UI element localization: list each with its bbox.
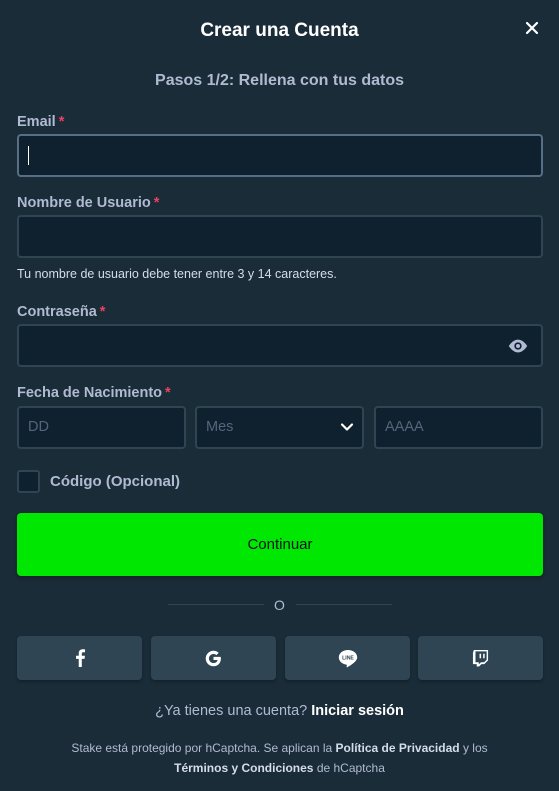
chevron-down-icon <box>340 423 354 431</box>
required-marker: * <box>99 304 106 320</box>
divider-text: O <box>274 597 285 613</box>
legal-suffix: de hCaptcha <box>316 761 385 775</box>
password-label-text: Contraseña <box>17 304 97 320</box>
svg-text:LINE: LINE <box>342 655 354 661</box>
dob-day-input[interactable]: DD <box>17 406 186 449</box>
text-caret <box>28 146 29 165</box>
dob-month-select[interactable]: Mes <box>195 406 364 449</box>
required-marker: * <box>153 195 160 211</box>
email-label: Email * <box>17 114 64 130</box>
register-modal: Crear una Cuenta Pasos 1/2: Rellena con … <box>0 0 559 791</box>
email-field[interactable] <box>17 134 543 177</box>
twitch-icon <box>472 649 489 667</box>
step-subtitle: Pasos 1/2: Rellena con tus datos <box>155 72 404 89</box>
facebook-icon <box>75 649 85 667</box>
code-label[interactable]: Código (Opcional) <box>50 473 180 490</box>
divider-line-right <box>296 604 392 605</box>
line-login-button[interactable]: LINE <box>285 636 410 680</box>
continue-button[interactable]: Continuar <box>17 513 543 576</box>
required-marker: * <box>58 114 65 130</box>
username-label: Nombre de Usuario * <box>17 195 159 211</box>
dob-month-placeholder: Mes <box>206 419 234 435</box>
dob-day-placeholder: DD <box>28 419 49 435</box>
dob-label: Fecha de Nacimiento * <box>17 385 171 401</box>
modal-title: Crear una Cuenta <box>200 20 359 41</box>
facebook-login-button[interactable] <box>17 636 142 680</box>
login-question: ¿Ya tienes una cuenta? <box>155 703 308 719</box>
username-label-text: Nombre de Usuario <box>17 195 151 211</box>
twitch-login-button[interactable] <box>418 636 543 680</box>
google-login-button[interactable] <box>151 636 276 680</box>
terms-link[interactable]: Términos y Condiciones <box>174 761 313 775</box>
privacy-policy-link[interactable]: Política de Privacidad <box>336 741 460 755</box>
password-field[interactable] <box>17 324 543 367</box>
legal-and: y los <box>462 741 488 755</box>
legal-prefix: Stake está protegido por hCaptcha. Se ap… <box>71 741 333 755</box>
login-prompt: ¿Ya tienes una cuenta? Iniciar sesión <box>0 703 559 719</box>
close-button[interactable] <box>521 17 543 39</box>
username-field[interactable] <box>17 215 543 258</box>
dob-year-input[interactable]: AAAA <box>374 406 543 449</box>
login-link[interactable]: Iniciar sesión <box>311 703 404 719</box>
dob-label-text: Fecha de Nacimiento <box>17 385 163 401</box>
eye-icon[interactable] <box>507 337 529 355</box>
required-marker: * <box>165 385 171 401</box>
close-icon <box>526 22 538 34</box>
legal-text: Stake está protegido por hCaptcha. Se ap… <box>0 738 559 778</box>
line-icon: LINE <box>338 649 357 667</box>
password-label: Contraseña * <box>17 304 105 320</box>
dob-year-placeholder: AAAA <box>385 419 424 435</box>
code-checkbox[interactable] <box>17 470 40 493</box>
google-icon <box>205 650 221 666</box>
username-hint: Tu nombre de usuario debe tener entre 3 … <box>17 267 337 281</box>
email-label-text: Email <box>17 114 56 130</box>
